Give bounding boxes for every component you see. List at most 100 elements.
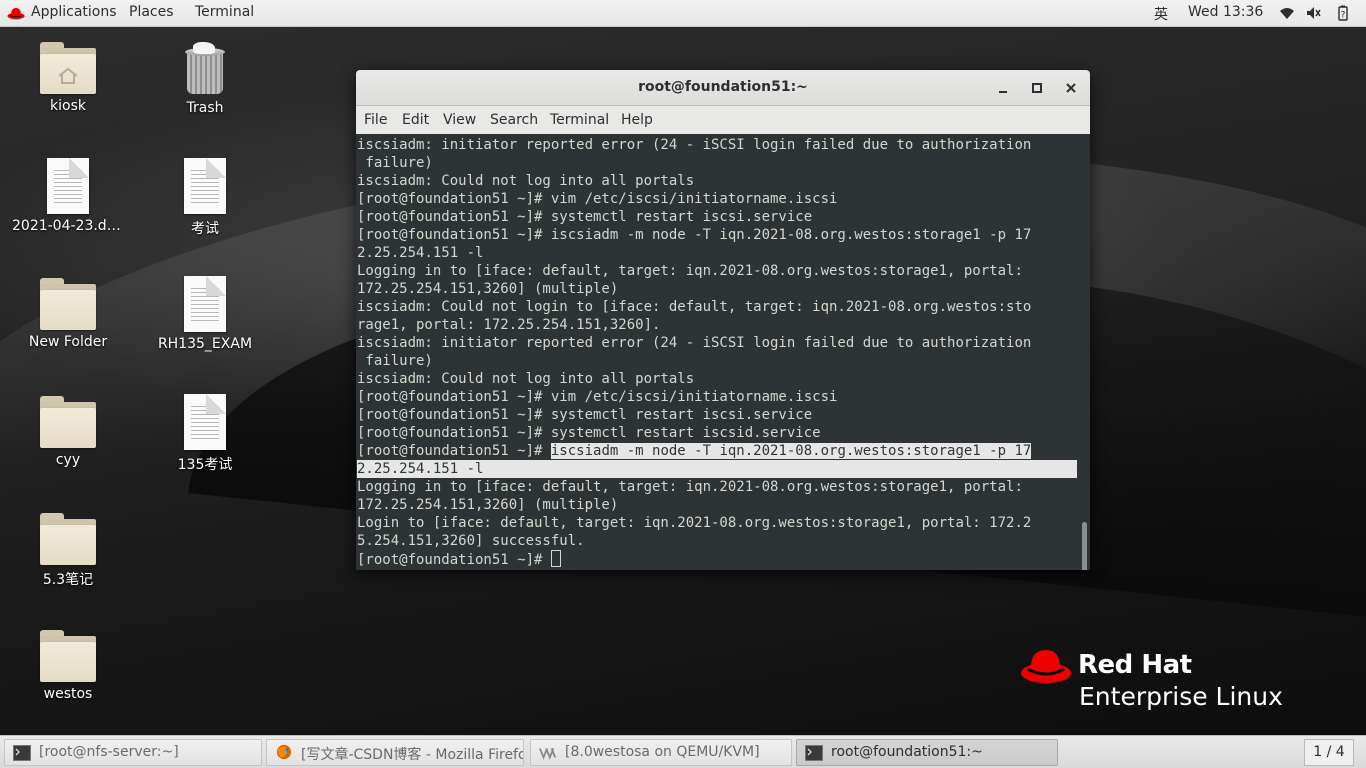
terminal-line: [root@foundation51 ~]# iscsiadm -m node …	[357, 227, 1032, 243]
desktop-icon-document[interactable]: 135考试	[145, 394, 265, 474]
input-method-indicator[interactable]: 英	[1154, 4, 1168, 24]
home-folder-icon	[40, 42, 96, 94]
menu-terminal[interactable]: Terminal	[550, 112, 609, 128]
terminal-line: failure)	[357, 155, 433, 171]
desktop-icon-home[interactable]: kiosk	[8, 42, 128, 114]
brand-name: Red Hat	[1078, 650, 1192, 680]
task-label: [root@nfs-server:~]	[39, 744, 179, 760]
terminal-line: [root@foundation51 ~]# systemctl restart…	[357, 425, 821, 441]
terminal-line: iscsiadm: initiator reported error (24 -…	[357, 137, 1032, 153]
firefox-icon	[276, 744, 292, 760]
places-menu[interactable]: Places	[129, 4, 174, 20]
folder-icon	[40, 396, 96, 448]
top-panel: Applications Places Terminal 英 Wed 13:36…	[0, 0, 1366, 27]
menu-edit[interactable]: Edit	[402, 112, 429, 128]
terminal-line: 172.25.254.151,3260] (multiple)	[357, 281, 619, 297]
minimize-icon[interactable]	[994, 79, 1012, 97]
desktop-icon-folder[interactable]: 5.3笔记	[8, 513, 128, 589]
menu-help[interactable]: Help	[621, 112, 653, 128]
task-nfs-server-terminal[interactable]: [root@nfs-server:~]	[4, 739, 262, 766]
terminal-line: Login to [iface: default, target: iqn.20…	[357, 515, 1032, 531]
task-label: root@foundation51:~	[831, 744, 983, 760]
folder-icon	[40, 630, 96, 682]
task-firefox[interactable]: [写文章-CSDN博客 - Mozilla Firefox]	[266, 739, 524, 766]
terminal-line: failure)	[357, 353, 433, 369]
redhat-logo: Red Hat Enterprise Linux	[1020, 644, 1290, 714]
desktop-icon-folder[interactable]: New Folder	[8, 278, 128, 350]
desktop-icon-document[interactable]: RH135_EXAM	[145, 276, 265, 352]
desktop-icon-label: 5.3笔记	[42, 572, 94, 588]
trash-icon	[183, 42, 227, 96]
desktop-icon-trash[interactable]: Trash	[145, 42, 265, 116]
desktop-icon-label: 考试	[191, 221, 219, 237]
battery-unknown-icon[interactable]: ?	[1335, 5, 1351, 21]
menu-search[interactable]: Search	[490, 112, 538, 128]
desktop-icon-label: westos	[43, 686, 93, 702]
svg-text:?: ?	[1341, 11, 1346, 21]
terminal-line: iscsiadm: initiator reported error (24 -…	[357, 335, 1032, 351]
terminal-app-menu[interactable]: Terminal	[195, 4, 254, 20]
terminal-line: 2.25.254.151 -l	[357, 245, 484, 261]
document-icon	[184, 158, 226, 214]
terminal-menubar: File Edit View Search Terminal Help	[356, 106, 1090, 134]
terminal-line-selected: [root@foundation51 ~]# iscsiadm -m node …	[357, 442, 1078, 460]
close-icon[interactable]	[1062, 79, 1080, 97]
desktop-icon-label: 2021-04-23.des…	[12, 218, 128, 234]
terminal-line: 5.254.151,3260] successful.	[357, 533, 585, 549]
terminal-line: Logging in to [iface: default, target: i…	[357, 263, 1023, 279]
terminal-line: Logging in to [iface: default, target: i…	[357, 479, 1023, 495]
terminal-line: iscsiadm: Could not log into all portals	[357, 371, 695, 387]
folder-icon	[40, 278, 96, 330]
desktop-icon-folder[interactable]: westos	[8, 630, 128, 702]
desktop-icon-document[interactable]: 考试	[145, 158, 265, 238]
terminal-line: 172.25.254.151,3260] (multiple)	[357, 497, 619, 513]
terminal-prompt: [root@foundation51 ~]#	[357, 552, 551, 568]
task-foundation-terminal[interactable]: root@foundation51:~	[796, 739, 1058, 766]
clock[interactable]: Wed 13:36	[1188, 4, 1263, 20]
volume-muted-icon[interactable]	[1305, 5, 1321, 21]
brand-subtitle: Enterprise Linux	[1079, 682, 1283, 711]
terminal-line: [root@foundation51 ~]# systemctl restart…	[357, 407, 813, 423]
text-cursor	[550, 550, 561, 567]
maximize-icon[interactable]	[1028, 79, 1046, 97]
selected-text[interactable]: iscsiadm -m node -T iqn.2021-08.org.west…	[550, 443, 1032, 459]
terminal-scrollbar[interactable]	[1078, 134, 1090, 570]
terminal-line: iscsiadm: Could not login to [iface: def…	[357, 299, 1032, 315]
terminal-prompt-line[interactable]: [root@foundation51 ~]#	[357, 550, 1078, 568]
terminal-line: [root@foundation51 ~]# vim /etc/iscsi/in…	[357, 191, 838, 207]
selected-text[interactable]: 2.25.254.151 -l	[357, 460, 1077, 478]
desktop-icon-document[interactable]: 2021-04-23.des…	[8, 158, 128, 234]
desktop-icon-label: Trash	[186, 100, 224, 116]
task-label: [写文章-CSDN博客 - Mozilla Firefox]	[301, 747, 524, 763]
terminal-line: rage1, portal: 172.25.254.151,3260].	[357, 317, 661, 333]
menu-file[interactable]: File	[364, 112, 387, 128]
redhat-icon[interactable]	[7, 6, 25, 20]
desktop-icon-label: 135考试	[177, 457, 233, 473]
terminal-icon	[805, 745, 823, 761]
terminal-output[interactable]: iscsiadm: initiator reported error (24 -…	[356, 134, 1078, 570]
workspace-switcher[interactable]: 1 / 4	[1304, 739, 1354, 766]
desktop-icon-label: kiosk	[50, 98, 86, 114]
window-titlebar[interactable]: root@foundation51:~	[356, 70, 1090, 106]
task-virt-manager[interactable]: [8.0westosa on QEMU/KVM]	[530, 739, 792, 766]
window-title: root@foundation51:~	[638, 79, 808, 95]
terminal-line: [root@foundation51 ~]# vim /etc/iscsi/in…	[357, 389, 838, 405]
virt-manager-icon	[539, 748, 557, 760]
wifi-icon[interactable]	[1279, 5, 1295, 21]
redhat-logo-icon	[1021, 650, 1071, 683]
desktop-icon-label: cyy	[55, 452, 81, 468]
desktop-icon-label: RH135_EXAM	[157, 336, 253, 352]
terminal-line: [root@foundation51 ~]# systemctl restart…	[357, 209, 813, 225]
desktop-icon-label: New Folder	[28, 334, 108, 350]
folder-icon	[40, 513, 96, 565]
applications-menu[interactable]: Applications	[31, 4, 117, 20]
terminal-window[interactable]: root@foundation51:~ File Edit View Searc…	[356, 70, 1090, 570]
document-icon	[47, 158, 89, 214]
bottom-taskbar: [root@nfs-server:~] [写文章-CSDN博客 - Mozill…	[0, 735, 1366, 768]
desktop-icon-folder[interactable]: cyy	[8, 396, 128, 468]
menu-view[interactable]: View	[443, 112, 476, 128]
document-icon	[184, 394, 226, 450]
scrollbar-thumb[interactable]	[1082, 522, 1087, 570]
terminal-prompt: [root@foundation51 ~]#	[357, 443, 551, 459]
document-icon	[184, 276, 226, 332]
